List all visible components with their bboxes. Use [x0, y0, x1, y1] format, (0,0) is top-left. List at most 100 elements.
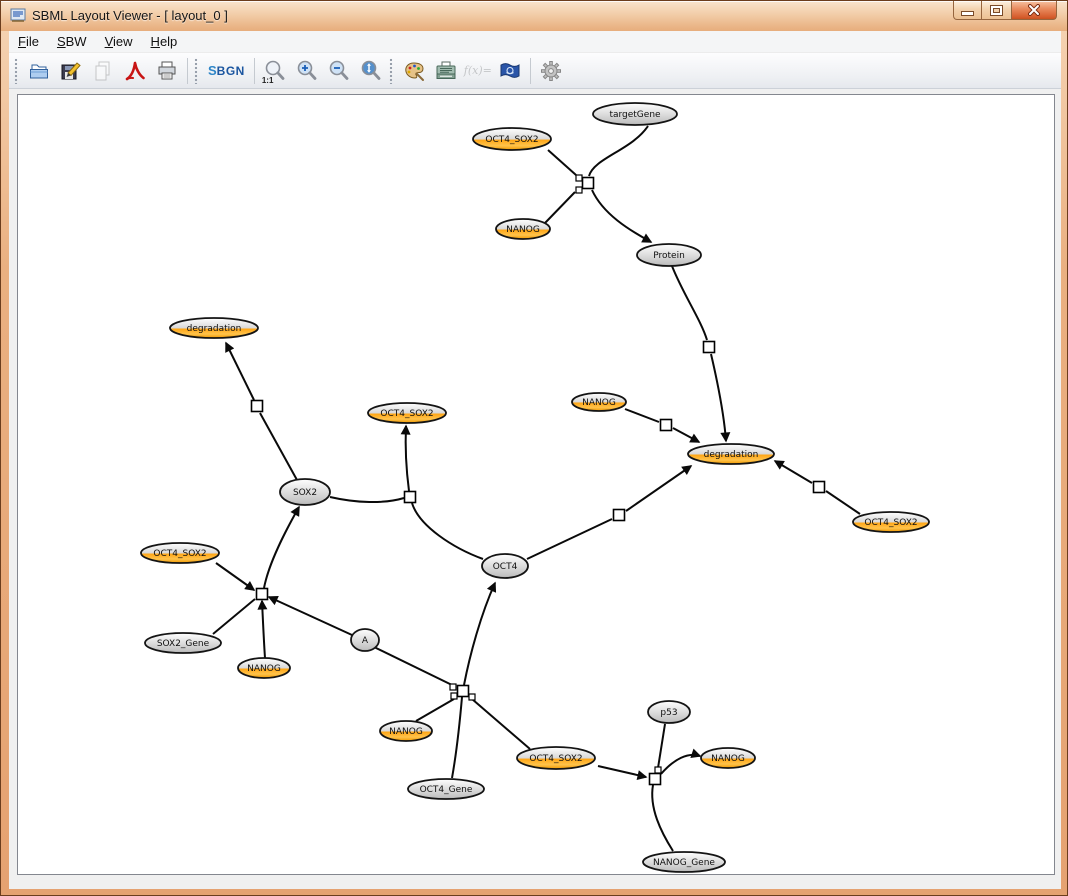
zoom-fit-icon[interactable]	[356, 56, 386, 86]
species-node[interactable]: SOX2_Gene	[144, 632, 222, 654]
reaction-edge	[657, 723, 666, 769]
species-node[interactable]: degradation	[169, 317, 259, 339]
reaction-edge	[212, 598, 256, 635]
species-node[interactable]: degradation	[687, 443, 775, 465]
species-label: OCT4_SOX2	[864, 518, 917, 528]
species-node[interactable]: NANOG	[379, 720, 433, 742]
species-label: NANOG	[247, 664, 281, 674]
restore-button[interactable]	[982, 1, 1011, 20]
reaction-node[interactable]	[702, 340, 716, 354]
edge-handle[interactable]	[654, 766, 662, 774]
species-label: NANOG	[389, 727, 423, 737]
species-label: NANOG	[506, 225, 540, 235]
reaction-edge	[263, 505, 300, 589]
toolbar-separator	[187, 57, 188, 84]
species-node[interactable]: OCT4_SOX2	[472, 127, 552, 151]
reaction-edge	[672, 427, 701, 443]
reaction-node[interactable]	[659, 418, 673, 432]
species-label: NANOG	[711, 754, 745, 764]
copy-icon[interactable]	[88, 56, 118, 86]
menu-file[interactable]: File	[9, 32, 48, 52]
species-node[interactable]: OCT4_SOX2	[516, 746, 596, 770]
edge-handle[interactable]	[575, 174, 583, 182]
reaction-edge	[215, 562, 256, 591]
reaction-node[interactable]	[581, 176, 595, 190]
species-label: degradation	[187, 324, 242, 334]
client-area: targetGene OCT4_SOX2 NANOG Protein degradati…	[9, 89, 1061, 889]
species-node[interactable]: NANOG	[237, 657, 291, 679]
restore-icon	[991, 5, 1002, 15]
species-label: Protein	[653, 251, 685, 261]
open-icon[interactable]	[24, 56, 54, 86]
species-node[interactable]: NANOG	[495, 218, 551, 240]
species-label: A	[362, 636, 369, 646]
zoom-in-icon[interactable]	[292, 56, 322, 86]
title-bar[interactable]: SBML Layout Viewer - [ layout_0 ]	[1, 1, 1067, 31]
layout-canvas[interactable]: targetGene OCT4_SOX2 NANOG Protein degradati…	[17, 94, 1055, 875]
reaction-edge	[415, 698, 455, 722]
menu-sbw[interactable]: SBW	[48, 32, 96, 52]
reaction-node[interactable]	[403, 490, 417, 504]
export-pdf-icon[interactable]	[120, 56, 150, 86]
menu-view[interactable]: View	[96, 32, 142, 52]
species-node[interactable]: A	[350, 628, 380, 652]
species-node[interactable]: NANOG	[700, 747, 756, 769]
species-node[interactable]: NANOG_Gene	[642, 851, 726, 873]
reaction-edge	[329, 496, 405, 504]
species-node[interactable]: targetGene	[592, 102, 678, 126]
species-node[interactable]: SOX2	[279, 478, 331, 506]
palette-icon[interactable]	[399, 56, 429, 86]
toolbar-grip[interactable]	[14, 57, 18, 84]
species-node[interactable]: OCT4_SOX2	[140, 542, 220, 564]
species-node[interactable]: Protein	[636, 243, 702, 267]
species-node[interactable]: NANOG	[571, 392, 627, 412]
reaction-node[interactable]	[648, 772, 662, 786]
edge-handle[interactable]	[450, 692, 458, 700]
reaction-edge	[591, 189, 653, 243]
species-label: SOX2	[293, 488, 317, 498]
typewriter-icon[interactable]	[431, 56, 461, 86]
reaction-edge	[597, 765, 648, 780]
menu-help[interactable]: Help	[142, 32, 187, 52]
reaction-node[interactable]	[250, 399, 264, 413]
save-icon[interactable]	[56, 56, 86, 86]
reaction-node[interactable]	[612, 508, 626, 522]
close-icon	[1028, 4, 1040, 16]
reaction-node[interactable]	[812, 480, 826, 494]
zoom-out-icon[interactable]	[324, 56, 354, 86]
toolbar-separator	[253, 57, 255, 84]
edge-handle[interactable]	[449, 683, 457, 691]
species-node[interactable]: OCT4_SOX2	[367, 402, 447, 424]
species-label: targetGene	[609, 110, 661, 120]
species-node[interactable]: OCT4	[481, 553, 529, 579]
edge-handle[interactable]	[575, 186, 583, 194]
formula-icon[interactable]: f(x)=	[463, 56, 493, 86]
print-icon[interactable]	[152, 56, 182, 86]
edge-handle[interactable]	[468, 693, 476, 701]
window-title: SBML Layout Viewer - [ layout_0 ]	[32, 8, 228, 23]
species-label: SOX2_Gene	[157, 639, 210, 649]
reaction-node[interactable]	[255, 587, 269, 601]
menu-bar: File SBW View Help	[9, 31, 1061, 53]
toolbar-grip[interactable]	[388, 57, 393, 84]
reaction-edge	[526, 518, 613, 560]
reaction-edge	[547, 149, 577, 176]
species-node[interactable]: OCT4_Gene	[407, 778, 485, 800]
reaction-edge	[225, 341, 255, 401]
app-icon	[10, 8, 26, 24]
species-label: OCT4_SOX2	[380, 409, 433, 419]
minimize-button[interactable]	[953, 1, 982, 20]
species-node[interactable]: p53	[647, 700, 691, 724]
species-label: NANOG_Gene	[653, 858, 715, 868]
toolbar-grip[interactable]	[194, 57, 198, 84]
un-flag-icon[interactable]	[495, 56, 525, 86]
reaction-edge	[624, 408, 660, 423]
settings-gear-icon[interactable]	[536, 56, 566, 86]
reaction-node[interactable]	[456, 684, 470, 698]
species-label: OCT4_SOX2	[485, 135, 538, 145]
sbgn-icon[interactable]: S BGN	[204, 56, 249, 86]
reaction-edge	[773, 460, 813, 484]
zoom-actual-icon[interactable]: 1:1	[260, 56, 290, 86]
species-node[interactable]: OCT4_SOX2	[852, 511, 930, 533]
close-button[interactable]	[1011, 1, 1057, 20]
